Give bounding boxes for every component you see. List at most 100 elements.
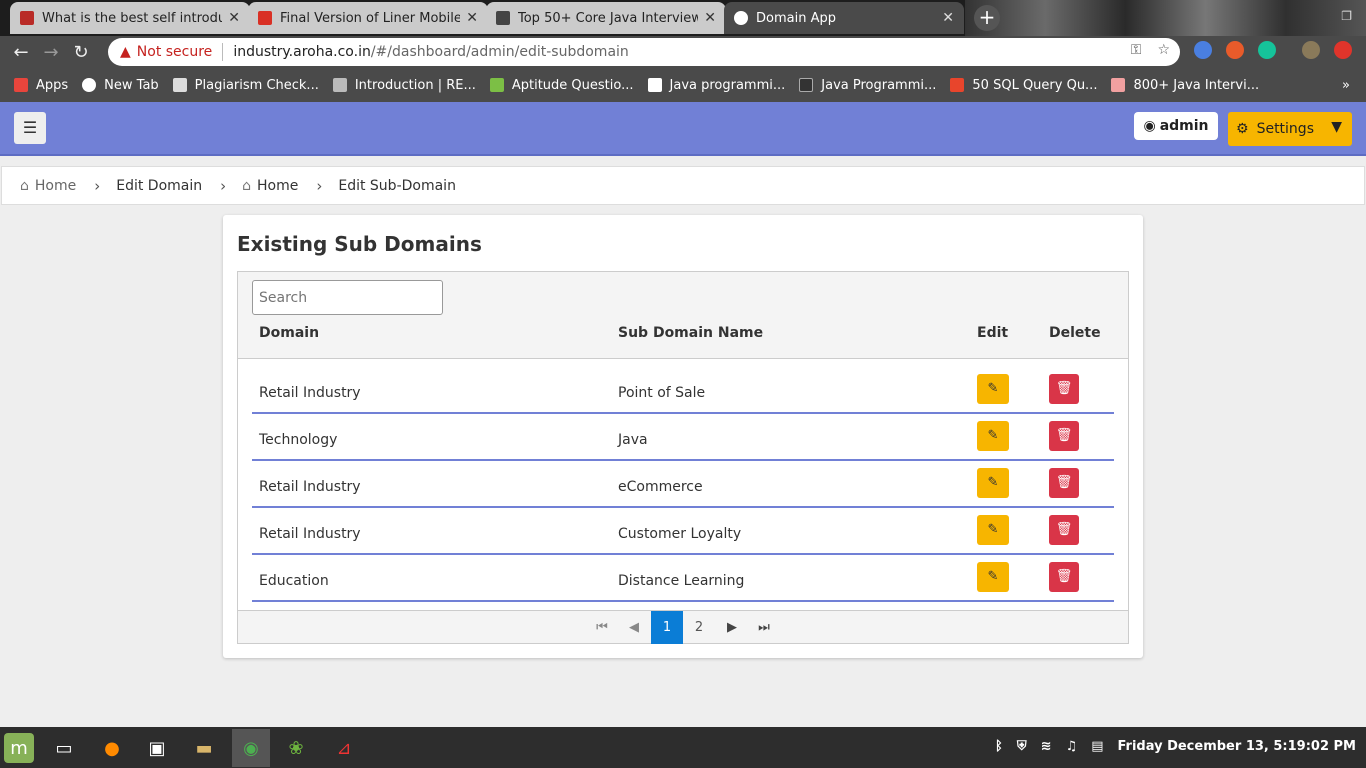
chevron-right-icon: › bbox=[316, 176, 323, 195]
bookmark-introduction[interactable]: Introduction | RE... bbox=[332, 77, 476, 93]
edit-button[interactable]: ✎ bbox=[977, 468, 1009, 498]
grammarly-extension-icon[interactable] bbox=[1258, 41, 1276, 59]
bluetooth-icon[interactable]: ᛒ bbox=[995, 739, 1003, 754]
terminal-icon[interactable]: ▣ bbox=[141, 732, 173, 764]
close-tab-icon[interactable]: ✕ bbox=[466, 10, 478, 26]
breadcrumb-label: Edit Sub-Domain bbox=[338, 177, 456, 194]
profile-avatar-icon[interactable] bbox=[1302, 41, 1320, 59]
column-header-domain[interactable]: Domain bbox=[259, 325, 319, 341]
new-tab-button[interactable]: + bbox=[974, 5, 1000, 31]
breadcrumb-home[interactable]: ⌂ Home bbox=[20, 178, 76, 194]
settings-dropdown-button[interactable]: ⚙ Settings ▼ bbox=[1228, 112, 1352, 146]
user-menu-button[interactable]: ◉ admin bbox=[1134, 112, 1218, 140]
shield-icon[interactable]: ⛨ bbox=[1017, 739, 1027, 754]
back-arrow-icon[interactable]: ← bbox=[6, 42, 36, 63]
domain-cell: Retail Industry bbox=[259, 385, 361, 401]
browser-tab-0[interactable]: What is the best self introduct ✕ bbox=[10, 2, 250, 34]
tab-title: Top 50+ Core Java Interview Q bbox=[518, 10, 699, 26]
wifi-icon[interactable]: ≋ bbox=[1041, 739, 1052, 754]
browser-tab-1[interactable]: Final Version of Liner Mobile A ✕ bbox=[248, 2, 488, 34]
bookmark-java-interview[interactable]: 800+ Java Intervi... bbox=[1111, 78, 1259, 93]
column-header-subdomain[interactable]: Sub Domain Name bbox=[618, 325, 763, 341]
browser-tab-2[interactable]: Top 50+ Core Java Interview Q ✕ bbox=[486, 2, 726, 34]
reload-icon[interactable]: ↻ bbox=[66, 42, 96, 63]
edit-button[interactable]: ✎ bbox=[977, 562, 1009, 592]
close-tab-icon[interactable]: ✕ bbox=[704, 10, 716, 26]
bookmark-label: Introduction | RE... bbox=[354, 77, 476, 93]
browser-tab-3[interactable]: Domain App ✕ bbox=[724, 2, 964, 34]
translate-extension-icon[interactable] bbox=[1194, 41, 1212, 59]
search-input[interactable] bbox=[252, 280, 443, 315]
bookmark-label: 50 SQL Query Qu... bbox=[972, 77, 1098, 93]
delete-button[interactable]: 🗑 bbox=[1049, 562, 1079, 592]
chrome-update-icon[interactable] bbox=[1334, 41, 1352, 59]
omnibox-divider bbox=[222, 43, 224, 61]
close-tab-icon[interactable]: ✕ bbox=[228, 10, 240, 26]
w3-icon bbox=[647, 78, 662, 92]
delete-button[interactable]: 🗑 bbox=[1049, 421, 1079, 451]
edit-button[interactable]: ✎ bbox=[977, 515, 1009, 545]
breadcrumb-edit-domain[interactable]: Edit Domain bbox=[116, 178, 202, 194]
clipboard-icon[interactable]: ▤ bbox=[1091, 739, 1103, 754]
music-note-icon[interactable]: ♫ bbox=[1066, 739, 1078, 754]
warning-icon: ▲ bbox=[120, 44, 131, 60]
globe-icon bbox=[82, 78, 97, 92]
pdf-viewer-icon[interactable]: ⊿ bbox=[328, 732, 360, 764]
table-row: Retail Industry Point of Sale ✎ 🗑 bbox=[252, 367, 1114, 414]
bookmark-apps[interactable]: Apps bbox=[14, 78, 68, 93]
bookmark-label: Java programmi... bbox=[669, 77, 786, 93]
close-tab-icon[interactable]: ✕ bbox=[942, 10, 954, 26]
column-header-edit: Edit bbox=[977, 325, 1009, 341]
bookmark-new-tab[interactable]: New Tab bbox=[82, 78, 159, 93]
window-restore-icon[interactable]: ❐ bbox=[1341, 9, 1352, 23]
bookmark-plagiarism[interactable]: Plagiarism Check... bbox=[172, 78, 319, 93]
breadcrumb-home-2[interactable]: ⌂ Home bbox=[242, 178, 298, 194]
mint-menu-icon[interactable]: m bbox=[4, 733, 34, 763]
trash-icon: 🗑 bbox=[1055, 428, 1073, 443]
page-button-2[interactable]: 2 bbox=[683, 611, 715, 644]
edit-button[interactable]: ✎ bbox=[977, 421, 1009, 451]
last-page-icon[interactable]: ⏭ bbox=[748, 611, 780, 644]
breadcrumb-edit-subdomain: Edit Sub-Domain bbox=[338, 178, 456, 194]
edit-icon: ✎ bbox=[987, 569, 999, 584]
quora-icon bbox=[20, 11, 34, 25]
star-icon[interactable]: ☆ bbox=[1157, 42, 1170, 58]
subdomains-card: Existing Sub Domains Domain Sub Domain N… bbox=[223, 215, 1143, 658]
bookmark-aptitude[interactable]: Aptitude Questio... bbox=[489, 77, 634, 93]
gear-icon: ⚙ bbox=[1236, 121, 1249, 137]
security-label[interactable]: Not secure bbox=[137, 44, 213, 60]
tab-strip-background bbox=[965, 0, 1366, 36]
sidebar-toggle-button[interactable]: ☰ bbox=[14, 112, 46, 144]
bookmark-java-w3[interactable]: Java programmi... bbox=[647, 77, 786, 93]
page-button-1[interactable]: 1 bbox=[651, 611, 683, 644]
edit-button[interactable]: ✎ bbox=[977, 374, 1009, 404]
key-icon[interactable]: ⚿ bbox=[1131, 42, 1142, 58]
file-manager-icon[interactable]: ▭ bbox=[48, 732, 80, 764]
next-page-icon[interactable]: ▶ bbox=[716, 611, 748, 644]
column-header-delete: Delete bbox=[1049, 325, 1101, 341]
delete-button[interactable]: 🗑 bbox=[1049, 515, 1079, 545]
table-row: Retail Industry Customer Loyalty ✎ 🗑 bbox=[252, 508, 1114, 555]
first-page-icon[interactable]: ⏮ bbox=[586, 611, 618, 644]
domain-cell: Retail Industry bbox=[259, 479, 361, 495]
delete-button[interactable]: 🗑 bbox=[1049, 374, 1079, 404]
folder-icon[interactable]: ▬ bbox=[188, 732, 220, 764]
ublock-extension-icon[interactable] bbox=[1226, 41, 1244, 59]
delete-button[interactable]: 🗑 bbox=[1049, 468, 1079, 498]
spring-icon[interactable]: ❀ bbox=[280, 732, 312, 764]
bookmark-label: Apps bbox=[36, 77, 69, 93]
clock[interactable]: Friday December 13, 5:19:02 PM bbox=[1117, 739, 1356, 754]
tab-title: Final Version of Liner Mobile A bbox=[280, 10, 461, 26]
bookmark-sql[interactable]: 50 SQL Query Qu... bbox=[950, 78, 1097, 93]
breadcrumb-label: Home bbox=[34, 177, 77, 194]
previous-page-icon[interactable]: ◀ bbox=[618, 611, 650, 644]
bookmarks-overflow-button[interactable]: » bbox=[1342, 78, 1350, 93]
firefox-icon[interactable]: ● bbox=[96, 732, 128, 764]
sf-icon bbox=[799, 78, 814, 92]
address-bar[interactable]: ▲ Not secure industry.aroha.co.in/#/dash… bbox=[108, 38, 1180, 66]
bookmark-java-sf[interactable]: Java Programmi... bbox=[799, 78, 936, 93]
forward-arrow-icon[interactable]: → bbox=[36, 42, 66, 63]
bookmark-label: Aptitude Questio... bbox=[511, 77, 634, 93]
chrome-icon[interactable]: ◉ bbox=[232, 729, 270, 767]
subdomain-cell: Java bbox=[618, 432, 648, 448]
